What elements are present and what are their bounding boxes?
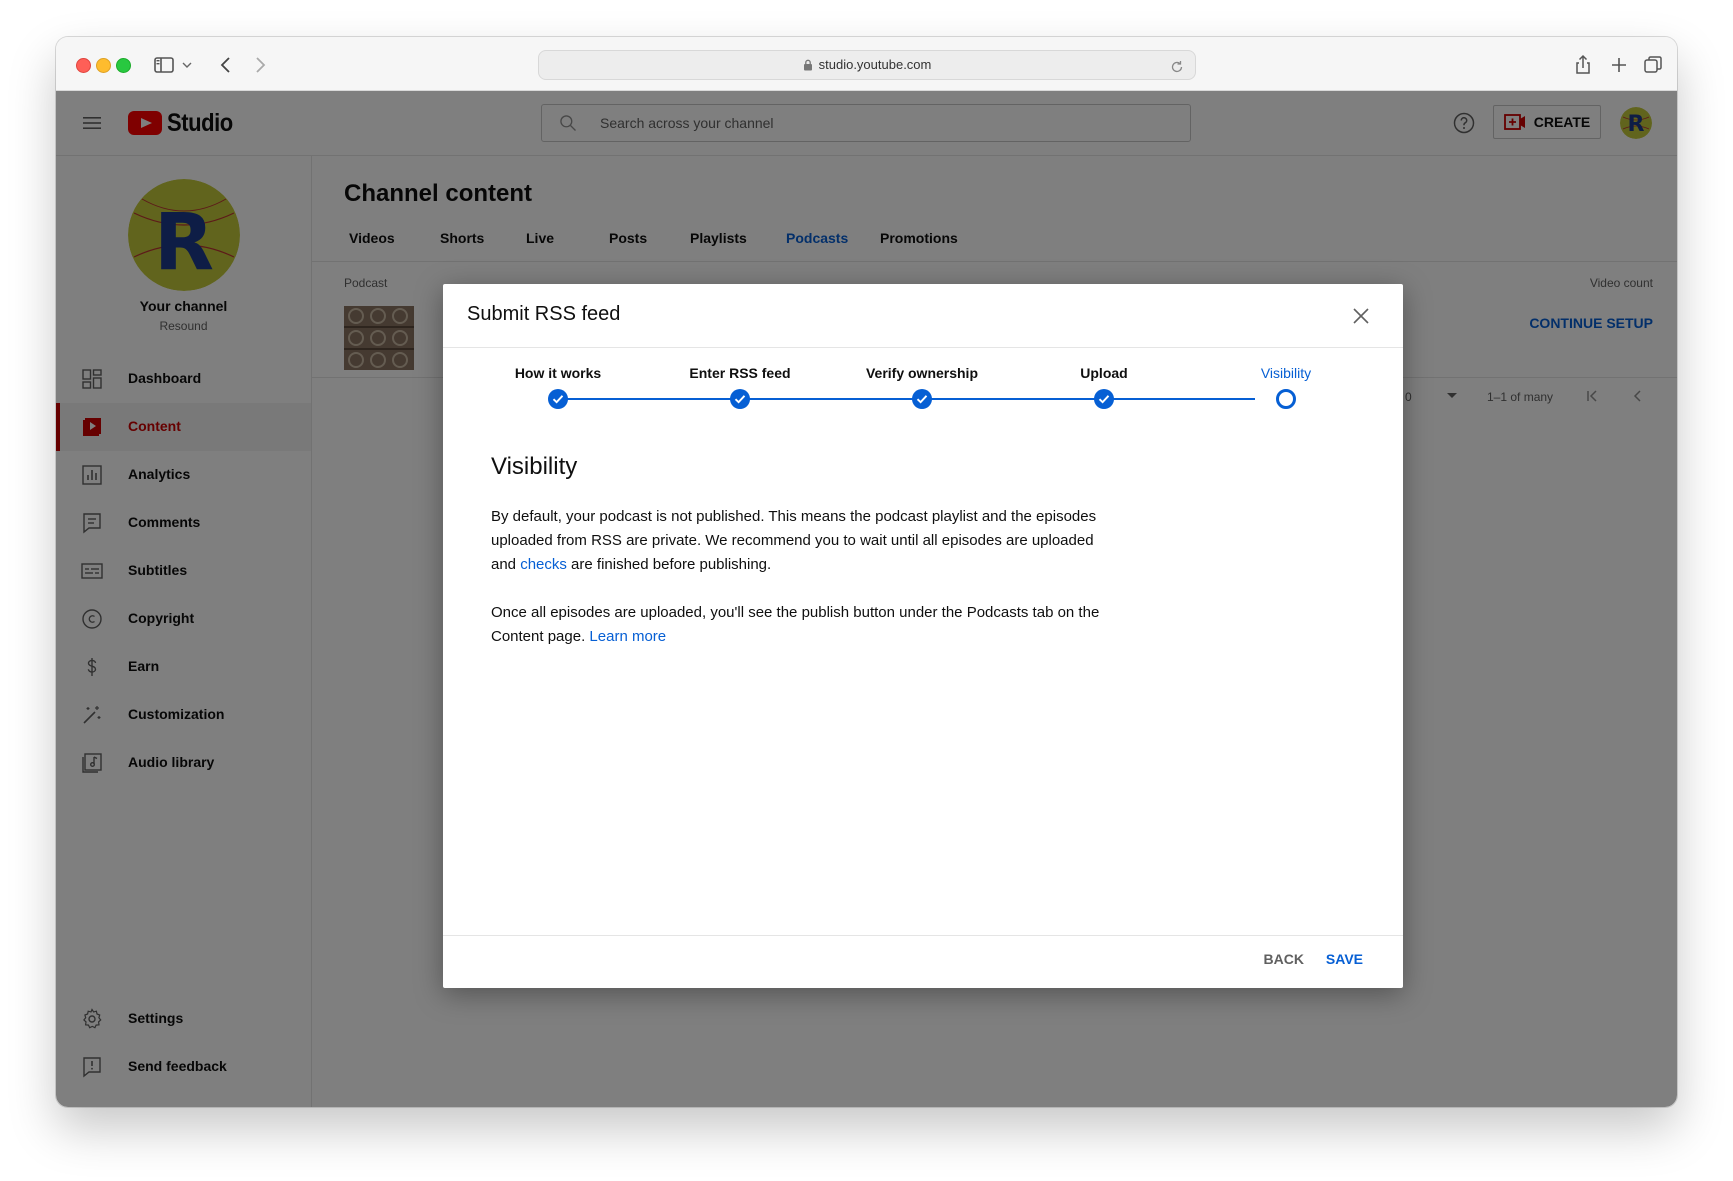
- description-text: are finished before publishing.: [566, 556, 772, 573]
- checkmark-icon: [552, 395, 564, 404]
- step-done-dot[interactable]: [548, 389, 568, 409]
- step-done-dot[interactable]: [912, 389, 932, 409]
- step-label-verify-ownership[interactable]: Verify ownership: [832, 365, 1012, 381]
- sidebar-toggle-icon[interactable]: [152, 53, 176, 77]
- chevron-down-icon[interactable]: [180, 53, 194, 77]
- share-icon[interactable]: [1571, 53, 1595, 77]
- learn-more-link[interactable]: Learn more: [589, 628, 666, 645]
- lock-icon: [803, 53, 813, 81]
- save-button[interactable]: SAVE: [1326, 951, 1363, 967]
- section-heading: Visibility: [491, 453, 578, 480]
- step-label-upload[interactable]: Upload: [1014, 365, 1194, 381]
- checkmark-icon: [1098, 395, 1110, 404]
- new-tab-icon[interactable]: [1607, 53, 1631, 77]
- dialog-title: Submit RSS feed: [467, 303, 621, 325]
- submit-rss-dialog: Submit RSS feed How it works Enter RSS f…: [443, 284, 1403, 988]
- checks-link[interactable]: checks: [520, 556, 567, 573]
- back-button[interactable]: BACK: [1264, 951, 1304, 967]
- publish-info: Once all episodes are uploaded, you'll s…: [491, 601, 1101, 649]
- step-label-how-it-works[interactable]: How it works: [468, 365, 648, 381]
- checkmark-icon: [916, 395, 928, 404]
- browser-toolbar: studio.youtube.com: [56, 37, 1677, 91]
- url-text: studio.youtube.com: [818, 57, 932, 72]
- stepper-progress-line: [558, 398, 1255, 400]
- stepper: How it works Enter RSS feed Verify owner…: [443, 348, 1403, 418]
- publish-info-text: Once all episodes are uploaded, you'll s…: [491, 604, 1100, 645]
- address-bar[interactable]: studio.youtube.com: [538, 50, 1196, 80]
- close-icon[interactable]: [1349, 304, 1373, 328]
- reload-icon[interactable]: [1169, 57, 1185, 73]
- step-label-visibility[interactable]: Visibility: [1196, 365, 1376, 381]
- step-done-dot[interactable]: [1094, 389, 1114, 409]
- dialog-footer: BACK SAVE: [443, 935, 1403, 988]
- back-arrow-icon[interactable]: [214, 53, 238, 77]
- checkmark-icon: [734, 395, 746, 404]
- visibility-description: By default, your podcast is not publishe…: [491, 505, 1101, 577]
- minimize-window-button[interactable]: [96, 58, 111, 73]
- step-label-enter-rss-feed[interactable]: Enter RSS feed: [650, 365, 830, 381]
- dialog-header: Submit RSS feed: [443, 284, 1403, 348]
- step-current-dot[interactable]: [1276, 389, 1296, 409]
- zoom-window-button[interactable]: [116, 58, 131, 73]
- tab-overview-icon[interactable]: [1641, 53, 1665, 77]
- browser-window: studio.youtube.com Studio: [56, 37, 1677, 1107]
- forward-arrow-icon[interactable]: [248, 53, 272, 77]
- close-window-button[interactable]: [76, 58, 91, 73]
- step-done-dot[interactable]: [730, 389, 750, 409]
